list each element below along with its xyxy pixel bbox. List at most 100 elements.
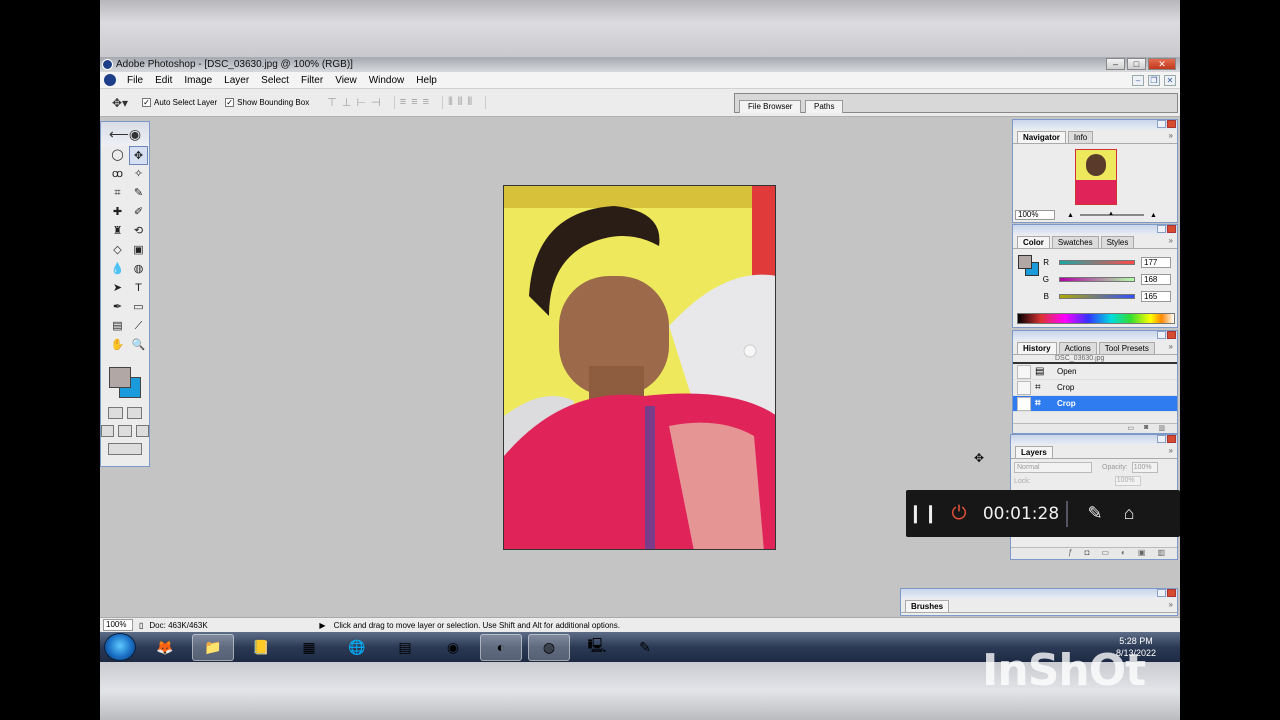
styles-tab[interactable]: Styles	[1100, 236, 1135, 248]
trash-icon[interactable]: ▥	[1158, 424, 1165, 433]
blend-mode-select[interactable]: Normal	[1014, 462, 1092, 473]
pause-icon[interactable]: ❙❙	[906, 503, 940, 524]
magic-wand-tool-icon[interactable]: ✧	[129, 165, 148, 184]
panel-menu-icon[interactable]: »	[1169, 600, 1173, 609]
close-button[interactable]: ✕	[1148, 58, 1176, 70]
doc-minimize-button[interactable]: –	[1132, 75, 1144, 86]
panel-menu-icon[interactable]: »	[1169, 342, 1173, 351]
panel-minimize-button[interactable]	[1157, 435, 1166, 443]
layer-style-icon[interactable]: ƒ	[1068, 548, 1072, 559]
green-slider[interactable]	[1059, 277, 1135, 282]
align-icons[interactable]: ⊤ ⊥ ⊢ ⊣	[327, 96, 395, 109]
info-tab[interactable]: Info	[1067, 131, 1094, 143]
history-snapshot[interactable]: DSC_03630.jpg	[1013, 355, 1177, 364]
navigator-thumbnail[interactable]	[1075, 149, 1117, 205]
screen-recorder-taskbar-icon[interactable]: ◍	[528, 633, 570, 661]
paths-tab[interactable]: Paths	[805, 100, 844, 113]
panel-close-button[interactable]	[1167, 589, 1176, 597]
history-brush-tool-icon[interactable]: ⟲	[129, 222, 148, 241]
document-icon[interactable]	[104, 74, 116, 86]
home-icon[interactable]: ⌂	[1112, 503, 1146, 524]
toolbox-header-eye-icon[interactable]: ⟵◉	[101, 122, 149, 146]
jump-to-imageready-button[interactable]	[108, 443, 142, 455]
auto-select-layer-option[interactable]: ✓ Auto Select Layer	[142, 98, 217, 107]
hand-tool-icon[interactable]: ✋	[108, 336, 127, 355]
pen-tool-icon[interactable]: ✒	[108, 298, 127, 317]
network-computer-taskbar-icon[interactable]: 🖳	[576, 634, 618, 661]
color-spectrum-ramp[interactable]	[1017, 313, 1175, 324]
swatches-tab[interactable]: Swatches	[1051, 236, 1099, 248]
status-arrow-icon[interactable]: ▶	[319, 621, 325, 630]
inpage-taskbar-icon[interactable]: 📒	[240, 634, 282, 661]
actions-tab[interactable]: Actions	[1058, 342, 1097, 354]
menu-filter[interactable]: Filter	[295, 75, 329, 86]
path-selection-tool-icon[interactable]: ➤	[108, 279, 127, 298]
menu-image[interactable]: Image	[178, 75, 218, 86]
menu-help[interactable]: Help	[410, 75, 443, 86]
zoom-tool-icon[interactable]: 🔍	[129, 336, 148, 355]
menu-view[interactable]: View	[329, 75, 363, 86]
move-tool-icon[interactable]: ✥	[129, 146, 148, 165]
status-zoom-field[interactable]: 100%	[103, 619, 133, 631]
photoshop-taskbar-icon[interactable]: ◐	[480, 633, 522, 661]
distribute-h-icons[interactable]: ⫴ ⫴ ⫴	[448, 96, 487, 109]
delete-layer-icon[interactable]: ▥	[1157, 548, 1165, 559]
eraser-tool-icon[interactable]: ◇	[108, 241, 127, 260]
menu-edit[interactable]: Edit	[149, 75, 178, 86]
standard-mode-button[interactable]	[108, 407, 123, 419]
panel-menu-icon[interactable]: »	[1169, 131, 1173, 140]
lasso-tool-icon[interactable]: ꝏ	[108, 165, 127, 184]
panel-close-button[interactable]	[1167, 120, 1176, 128]
green-value-field[interactable]: 168	[1141, 274, 1171, 285]
zoom-in-icon[interactable]: ▲	[1150, 212, 1157, 219]
slice-tool-icon[interactable]: ✎	[129, 184, 148, 203]
document-canvas-photo[interactable]	[503, 185, 776, 550]
new-document-icon[interactable]: ▭	[1128, 424, 1135, 433]
history-tab[interactable]: History	[1017, 342, 1057, 354]
menu-layer[interactable]: Layer	[218, 75, 255, 86]
navigator-tab[interactable]: Navigator	[1017, 131, 1066, 143]
panel-close-button[interactable]	[1167, 435, 1176, 443]
color-tab[interactable]: Color	[1017, 236, 1050, 248]
file-explorer-taskbar-icon[interactable]: 📁	[192, 633, 234, 661]
show-bounding-box-option[interactable]: ✓ Show Bounding Box	[225, 98, 309, 107]
dodge-tool-icon[interactable]: ◍	[129, 260, 148, 279]
gradient-tool-icon[interactable]: ▣	[129, 241, 148, 260]
marquee-tool-icon[interactable]: ◯	[108, 146, 127, 165]
start-button[interactable]	[104, 633, 136, 661]
shape-tool-icon[interactable]: ▭	[129, 298, 148, 317]
panel-close-button[interactable]	[1167, 331, 1176, 339]
globe-app-taskbar-icon[interactable]: 🌐	[336, 634, 378, 661]
menu-file[interactable]: File	[121, 75, 149, 86]
history-step-open[interactable]: ▤ Open	[1013, 364, 1177, 380]
layer-mask-icon[interactable]: ◘	[1085, 548, 1090, 559]
panel-minimize-button[interactable]	[1157, 331, 1166, 339]
calculator-taskbar-icon[interactable]: ▦	[288, 634, 330, 661]
doc-restore-button[interactable]: ❐	[1148, 75, 1160, 86]
screen-mode-full-menu-button[interactable]	[118, 425, 132, 437]
doc-size-text[interactable]: Doc: 463K/463K	[149, 621, 319, 630]
screen-mode-full-button[interactable]	[135, 425, 149, 437]
stop-power-icon[interactable]: ⏻	[940, 503, 978, 525]
foreground-color-swatch[interactable]	[109, 367, 131, 388]
blue-slider[interactable]	[1059, 294, 1135, 299]
bounding-box-checkbox[interactable]: ✓	[225, 98, 235, 107]
blue-value-field[interactable]: 165	[1141, 291, 1171, 302]
panel-minimize-button[interactable]	[1157, 120, 1166, 128]
panel-menu-icon[interactable]: »	[1169, 236, 1173, 245]
doc-close-button[interactable]: ✕	[1164, 75, 1176, 86]
panel-close-button[interactable]	[1167, 225, 1176, 233]
history-step-crop[interactable]: ⌗ Crop	[1013, 380, 1177, 396]
brush-tool-icon[interactable]: ✐	[129, 203, 148, 222]
snapshot-icon[interactable]: ◙	[1144, 424, 1148, 433]
clone-stamp-tool-icon[interactable]: ♜	[108, 222, 127, 241]
red-value-field[interactable]: 177	[1141, 257, 1171, 268]
adjustment-layer-icon[interactable]: ◐	[1121, 548, 1126, 559]
eyedropper-tool-icon[interactable]: ⟋	[129, 317, 148, 336]
firefox-taskbar-icon[interactable]: 🦊	[144, 634, 186, 661]
blur-tool-icon[interactable]: 💧	[108, 260, 127, 279]
presentation-taskbar-icon[interactable]: ▤	[384, 634, 426, 661]
auto-select-checkbox[interactable]: ✓	[142, 98, 151, 107]
zoom-out-icon[interactable]: ▲	[1067, 212, 1074, 219]
tool-presets-tab[interactable]: Tool Presets	[1098, 342, 1155, 354]
